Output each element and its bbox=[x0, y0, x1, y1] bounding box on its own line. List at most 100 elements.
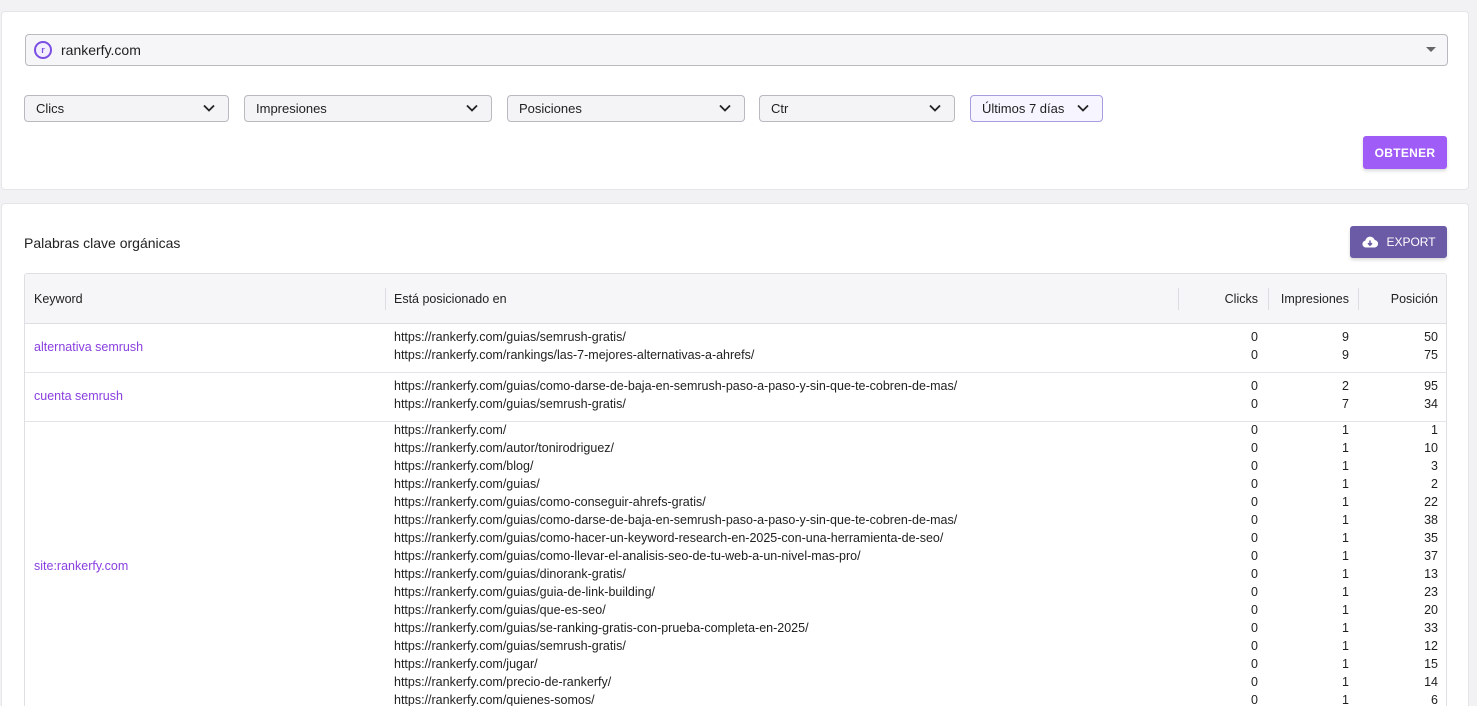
ranking-url: https://rankerfy.com/quienes-somos/ bbox=[394, 693, 595, 706]
posicion-value: 37 bbox=[1424, 549, 1438, 563]
export-label: EXPORT bbox=[1386, 235, 1436, 249]
clicks-value: 0 bbox=[1251, 379, 1258, 393]
posicion-value: 13 bbox=[1424, 567, 1438, 581]
chevron-down-icon bbox=[929, 104, 941, 112]
keyword-group: alternativa semrush https://rankerfy.com/… bbox=[25, 324, 1446, 373]
posicion-value: 23 bbox=[1424, 585, 1438, 599]
impresiones-value: 1 bbox=[1342, 513, 1349, 527]
ranking-url: https://rankerfy.com/ bbox=[394, 423, 507, 437]
ranking-url: https://rankerfy.com/guias/como-darse-de… bbox=[394, 513, 958, 527]
ranking-url: https://rankerfy.com/precio-de-rankerfy/ bbox=[394, 675, 612, 689]
site-select[interactable]: r rankerfy.com bbox=[25, 34, 1448, 66]
column-divider bbox=[1268, 288, 1269, 310]
site-logo-icon: r bbox=[34, 41, 52, 59]
clicks-value: 0 bbox=[1251, 441, 1258, 455]
posicion-value: 33 bbox=[1424, 621, 1438, 635]
column-divider bbox=[1358, 288, 1359, 310]
posicion-value: 14 bbox=[1424, 675, 1438, 689]
ranking-url: https://rankerfy.com/guias/semrush-grati… bbox=[394, 330, 626, 344]
ranking-url: https://rankerfy.com/rankings/las-7-mejo… bbox=[394, 348, 755, 362]
impresiones-value: 1 bbox=[1342, 639, 1349, 653]
chevron-down-icon bbox=[719, 104, 731, 112]
clicks-value: 0 bbox=[1251, 567, 1258, 581]
impresiones-value: 2 bbox=[1342, 379, 1349, 393]
keyword-group: site:rankerfy.com https://rankerfy.com/0 1… bbox=[25, 422, 1446, 706]
impresiones-value: 9 bbox=[1342, 330, 1349, 344]
clicks-value: 0 bbox=[1251, 397, 1258, 411]
posicion-value: 50 bbox=[1424, 330, 1438, 344]
clicks-value: 0 bbox=[1251, 423, 1258, 437]
clicks-value: 0 bbox=[1251, 459, 1258, 473]
clicks-value: 0 bbox=[1251, 657, 1258, 671]
impresiones-value: 1 bbox=[1342, 675, 1349, 689]
ranking-url: https://rankerfy.com/guias/guia-de-link-… bbox=[394, 585, 656, 599]
header-impresiones[interactable]: Impresiones bbox=[1281, 274, 1349, 324]
clicks-value: 0 bbox=[1251, 477, 1258, 491]
posicion-value: 15 bbox=[1424, 657, 1438, 671]
posicion-value: 35 bbox=[1424, 531, 1438, 545]
table-body: alternativa semrush https://rankerfy.com/… bbox=[25, 324, 1446, 706]
impresiones-value: 1 bbox=[1342, 567, 1349, 581]
posicion-value: 34 bbox=[1424, 397, 1438, 411]
ranking-url: https://rankerfy.com/guias/semrush-grati… bbox=[394, 397, 626, 411]
export-button[interactable]: EXPORT bbox=[1350, 226, 1447, 258]
column-divider bbox=[385, 288, 386, 310]
keyword-link[interactable]: cuenta semrush bbox=[34, 389, 123, 403]
impresiones-value: 1 bbox=[1342, 657, 1349, 671]
clicks-value: 0 bbox=[1251, 513, 1258, 527]
ranking-url: https://rankerfy.com/guias/como-darse-de… bbox=[394, 379, 958, 393]
caret-down-icon bbox=[1426, 47, 1436, 52]
impresiones-value: 1 bbox=[1342, 549, 1349, 563]
ranking-url: https://rankerfy.com/guias/como-consegui… bbox=[394, 495, 706, 509]
posicion-value: 20 bbox=[1424, 603, 1438, 617]
impresiones-value: 1 bbox=[1342, 495, 1349, 509]
filter-date-range-label: Últimos 7 días bbox=[982, 101, 1065, 116]
filter-ctr[interactable]: Ctr bbox=[759, 95, 955, 122]
posicion-value: 10 bbox=[1424, 441, 1438, 455]
keyword-group: cuenta semrush https://rankerfy.com/guias… bbox=[25, 373, 1446, 422]
impresiones-value: 1 bbox=[1342, 423, 1349, 437]
filter-impresiones-label: Impresiones bbox=[256, 101, 327, 116]
ranking-url: https://rankerfy.com/guias/dinorank-grat… bbox=[394, 567, 626, 581]
impresiones-value: 1 bbox=[1342, 693, 1349, 706]
clicks-value: 0 bbox=[1251, 531, 1258, 545]
posicion-value: 2 bbox=[1431, 477, 1438, 491]
clicks-value: 0 bbox=[1251, 585, 1258, 599]
filter-date-range[interactable]: Últimos 7 días bbox=[970, 95, 1103, 122]
cloud-download-icon bbox=[1362, 236, 1379, 248]
table-header: Keyword Está posicionado en Clicks Impre… bbox=[25, 274, 1446, 324]
site-name: rankerfy.com bbox=[61, 42, 141, 58]
header-posicion[interactable]: Posición bbox=[1391, 274, 1438, 324]
posicion-value: 38 bbox=[1424, 513, 1438, 527]
filter-impresiones[interactable]: Impresiones bbox=[244, 95, 492, 122]
impresiones-value: 7 bbox=[1342, 397, 1349, 411]
impresiones-value: 1 bbox=[1342, 441, 1349, 455]
clicks-value: 0 bbox=[1251, 675, 1258, 689]
impresiones-value: 1 bbox=[1342, 477, 1349, 491]
header-url[interactable]: Está posicionado en bbox=[394, 274, 507, 324]
posicion-value: 95 bbox=[1424, 379, 1438, 393]
posicion-value: 1 bbox=[1431, 423, 1438, 437]
keyword-link[interactable]: alternativa semrush bbox=[34, 340, 143, 354]
ranking-url: https://rankerfy.com/guias/se-ranking-gr… bbox=[394, 621, 809, 635]
filter-panel: r rankerfy.com Clics Impresiones Posicio… bbox=[1, 11, 1469, 190]
header-keyword[interactable]: Keyword bbox=[34, 274, 83, 324]
ranking-url: https://rankerfy.com/blog/ bbox=[394, 459, 534, 473]
filter-clics[interactable]: Clics bbox=[24, 95, 229, 122]
header-clicks[interactable]: Clicks bbox=[1225, 274, 1258, 324]
clicks-value: 0 bbox=[1251, 639, 1258, 653]
clicks-value: 0 bbox=[1251, 693, 1258, 706]
posicion-value: 6 bbox=[1431, 693, 1438, 706]
ranking-url: https://rankerfy.com/guias/semrush-grati… bbox=[394, 639, 626, 653]
obtener-button[interactable]: OBTENER bbox=[1363, 136, 1447, 169]
clicks-value: 0 bbox=[1251, 621, 1258, 635]
chevron-down-icon bbox=[1077, 104, 1089, 112]
clicks-value: 0 bbox=[1251, 495, 1258, 509]
impresiones-value: 9 bbox=[1342, 348, 1349, 362]
filter-posiciones[interactable]: Posiciones bbox=[507, 95, 745, 122]
filter-posiciones-label: Posiciones bbox=[519, 101, 582, 116]
keyword-link[interactable]: site:rankerfy.com bbox=[34, 559, 128, 573]
impresiones-value: 1 bbox=[1342, 585, 1349, 599]
ranking-url: https://rankerfy.com/jugar/ bbox=[394, 657, 538, 671]
posicion-value: 75 bbox=[1424, 348, 1438, 362]
